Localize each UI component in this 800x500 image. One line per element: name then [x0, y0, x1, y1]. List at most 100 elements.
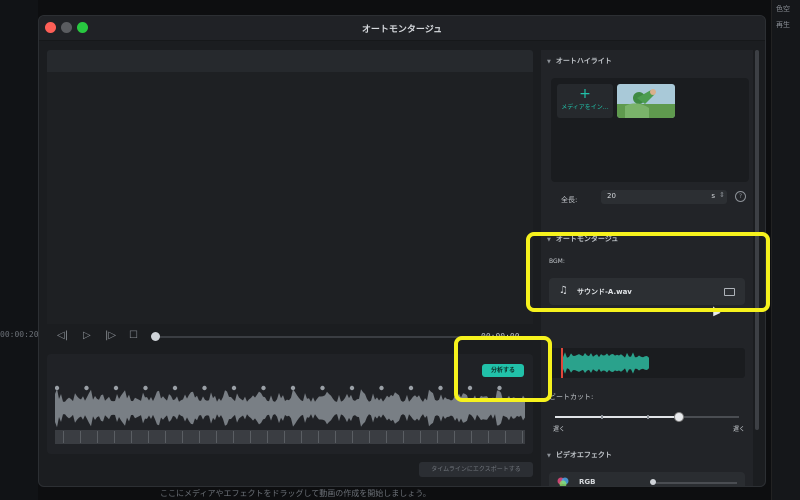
- collapse-triangle-icon: ▼: [547, 237, 551, 243]
- waveform-panel: 分析する: [47, 354, 533, 454]
- beat-marker: [143, 385, 148, 391]
- bgm-file-field[interactable]: ♫ サウンド-A.wav: [549, 278, 745, 305]
- auto-montage-window: オートモンタージュ ◁| ▷ |▷ ☐ 00:00:00 分析する タイムライン…: [38, 15, 766, 487]
- timeline-tick: [301, 431, 302, 443]
- background-timecode: 00:00:20: [0, 330, 39, 339]
- background-left-panel: [0, 0, 38, 500]
- beat-marker: [231, 385, 237, 391]
- beat-marker: [202, 385, 207, 391]
- effect-rgb-card[interactable]: RGB: [549, 472, 745, 486]
- timeline-tick: [165, 431, 166, 443]
- sidebar-scrollbar[interactable]: [755, 50, 759, 430]
- timeline-tick: [131, 431, 132, 443]
- beat-cut-slider[interactable]: [555, 412, 739, 422]
- beat-marker: [84, 385, 89, 391]
- timeline-tick: [335, 431, 336, 443]
- bgm-label: BGM:: [549, 258, 565, 265]
- effect-intensity-slider[interactable]: [650, 479, 737, 485]
- bgm-file-name: サウンド-A.wav: [577, 288, 632, 296]
- beat-marker: [467, 385, 473, 391]
- video-preview: [47, 72, 533, 324]
- timeline-tick: [216, 431, 217, 443]
- timeline-tick: [284, 431, 285, 443]
- total-length-input[interactable]: 20 s ⇕: [601, 190, 727, 204]
- playback-controls: ◁| ▷ |▷ ☐ 00:00:00: [47, 324, 533, 350]
- slider-min-label: 遅く: [553, 426, 566, 433]
- timeline-tick: [250, 431, 251, 443]
- timeline-tick: [471, 431, 472, 443]
- timeline-tick: [97, 431, 98, 443]
- player-timecode: 00:00:00: [481, 332, 520, 341]
- collapse-triangle-icon: ▼: [547, 59, 551, 65]
- media-area: + メディアをイン…: [551, 78, 749, 182]
- total-length-unit: s: [711, 192, 715, 200]
- section-video-effect[interactable]: ▼ ビデオエフェクト: [547, 450, 612, 460]
- import-media-button[interactable]: + メディアをイン…: [557, 84, 613, 118]
- window-title: オートモンタージュ: [361, 25, 443, 35]
- preview-header: [47, 50, 533, 72]
- help-icon[interactable]: ?: [735, 191, 746, 202]
- timeline-tick: [63, 431, 64, 443]
- step-forward-icon[interactable]: |▷: [105, 330, 116, 341]
- timeline-tick: [403, 431, 404, 443]
- timeline-tick: [318, 431, 319, 443]
- beat-marker: [379, 385, 384, 391]
- timeline-tick: [267, 431, 268, 443]
- timeline-tick: [505, 431, 506, 443]
- total-length-label: 全長:: [561, 196, 578, 204]
- rgb-icon: [557, 477, 569, 486]
- section-auto-montage[interactable]: ▼ オートモンタージュ: [547, 234, 618, 244]
- timeline-tick: [454, 431, 455, 443]
- timeline-tick: [114, 431, 115, 443]
- background-right-item: 再生: [776, 21, 790, 29]
- beat-cut-slider-knob[interactable]: [674, 412, 685, 422]
- audio-waveform: [55, 385, 525, 444]
- timeline-tick: [420, 431, 421, 443]
- effect-slider-knob[interactable]: [650, 479, 656, 485]
- slider-tick: [601, 415, 603, 419]
- mouse-cursor-icon: [709, 304, 721, 317]
- background-right-item: 色空: [776, 5, 790, 13]
- collapse-triangle-icon: ▼: [547, 453, 551, 459]
- step-back-icon[interactable]: ◁|: [57, 330, 68, 341]
- titlebar: オートモンタージュ: [39, 16, 765, 41]
- analyze-button[interactable]: 分析する: [482, 364, 524, 377]
- timeline-tick: [148, 431, 149, 443]
- timeline-tick: [352, 431, 353, 443]
- total-length-value: 20: [607, 192, 616, 200]
- background-hint: ここにメディアやエフェクトをドラッグして動画の作成を開始しましょう。: [160, 489, 431, 498]
- media-thumbnail[interactable]: [617, 84, 675, 118]
- stepper-icon[interactable]: ⇕: [719, 191, 725, 199]
- timeline-tick: [233, 431, 234, 443]
- import-media-label: メディアをイン…: [561, 104, 609, 111]
- timeline-tick: [199, 431, 200, 443]
- timeline-tick: [488, 431, 489, 443]
- beat-marker: [261, 385, 266, 391]
- plus-icon: +: [579, 86, 591, 102]
- playhead-handle[interactable]: [151, 332, 160, 341]
- play-icon[interactable]: ▷: [83, 330, 91, 341]
- section-auto-highlight[interactable]: ▼ オートハイライト: [547, 56, 612, 66]
- beat-marker: [408, 385, 414, 391]
- beat-marker: [497, 385, 502, 391]
- export-to-timeline-button[interactable]: タイムラインにエクスポートする: [419, 462, 533, 477]
- settings-sidebar: ▼ オートハイライト + メディアをイン… 全長: 20 s ⇕ ? ▼ オート…: [541, 50, 753, 486]
- beat-marker: [172, 385, 178, 391]
- folder-icon[interactable]: [724, 288, 735, 296]
- timeline-tick: [80, 431, 81, 443]
- timeline-tick: [386, 431, 387, 443]
- beat-marker: [113, 385, 119, 391]
- beat-cut-label: ビートカット:: [549, 393, 594, 401]
- music-note-icon: ♫: [559, 285, 568, 296]
- background-right-panel: 色空 再生: [771, 0, 800, 500]
- bgm-waveform: [549, 348, 745, 378]
- stop-icon[interactable]: ☐: [129, 330, 138, 341]
- beat-marker: [438, 385, 443, 391]
- timeline-tick: [369, 431, 370, 443]
- beat-cut-slider-fill: [555, 416, 679, 418]
- timeline-tick: [182, 431, 183, 443]
- timeline-tick: [522, 431, 523, 443]
- scrub-bar[interactable]: [157, 336, 473, 338]
- beat-marker: [349, 385, 355, 391]
- effect-name: RGB: [579, 478, 596, 486]
